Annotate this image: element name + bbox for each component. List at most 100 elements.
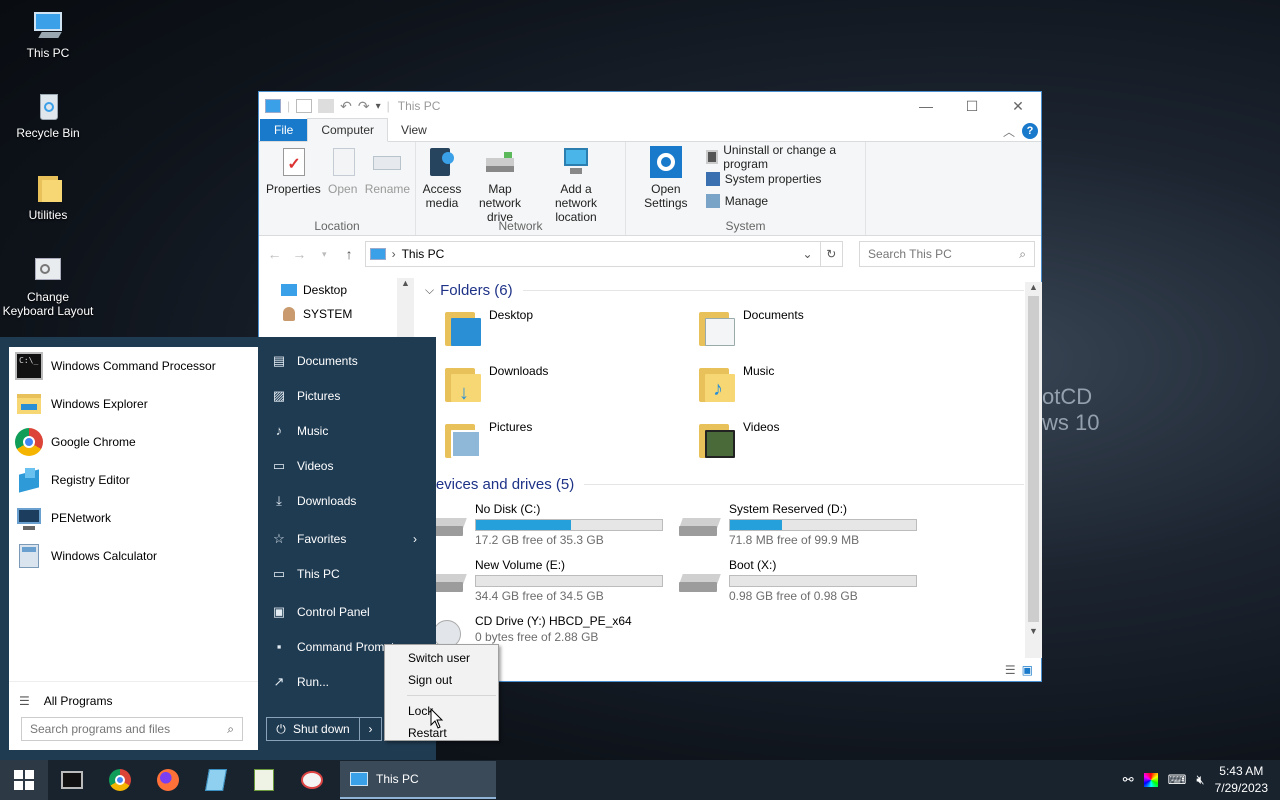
collapse-ribbon-icon[interactable]: ︿ [1003, 123, 1015, 140]
recent-locations-icon[interactable]: ▾ [315, 249, 334, 260]
taskbar-paint[interactable] [288, 760, 336, 800]
search-input[interactable]: Search This PC ⌕ [859, 241, 1036, 267]
menu-item-switch-user[interactable]: Switch user [385, 647, 498, 669]
undo-icon[interactable]: ↶ [340, 98, 352, 115]
taskbar: This PC ⚯ ⌨ 🔇︎ 5:43 AM 7/29/2023 [0, 760, 1280, 800]
start-search-input[interactable]: Search programs and files ⌕ [21, 717, 243, 741]
shutdown-button[interactable]: ⏻ Shut down › [266, 717, 382, 741]
taskbar-chrome[interactable] [96, 760, 144, 800]
scroll-thumb[interactable] [1028, 296, 1039, 622]
all-programs-button[interactable]: ☰ All Programs [9, 681, 258, 719]
taskbar-window-this-pc[interactable]: This PC [340, 761, 496, 799]
start-item-favorites[interactable]: ☆ Favorites › [259, 521, 429, 556]
drives-group-header[interactable]: Devices and drives (5) [425, 472, 1024, 496]
program-calculator[interactable]: Windows Calculator [9, 537, 258, 575]
taskbar-firefox[interactable] [144, 760, 192, 800]
tab-computer[interactable]: Computer [307, 118, 389, 142]
drive-c[interactable]: No Disk (C:) 17.2 GB free of 35.3 GB [425, 498, 679, 554]
window-title: This PC [397, 99, 441, 113]
drive-e[interactable]: New Volume (E:) 34.4 GB free of 34.5 GB [425, 554, 679, 610]
nav-item-desktop[interactable]: Desktop [259, 278, 414, 302]
tab-file[interactable]: File [260, 119, 308, 141]
help-icon[interactable]: ? [1022, 123, 1038, 139]
search-icon: ⌕ [227, 721, 234, 736]
minimize-button[interactable]: — [903, 92, 949, 120]
start-item-videos[interactable]: ▭ Videos [259, 448, 429, 483]
close-button[interactable]: ✕ [995, 92, 1041, 120]
details-view-icon[interactable]: ☰ [1005, 663, 1016, 677]
menu-item-sign-out[interactable]: Sign out [385, 669, 498, 691]
color-display-icon[interactable] [1143, 773, 1158, 787]
drive-usage-bar [729, 519, 917, 531]
chrome-icon [15, 428, 43, 456]
scroll-up-icon[interactable]: ▲ [397, 278, 414, 288]
start-item-pictures[interactable]: ▨ Pictures [259, 378, 429, 413]
redo-icon[interactable]: ↷ [358, 98, 370, 115]
new-folder-icon[interactable] [318, 99, 335, 113]
manage-button[interactable]: Manage [705, 190, 861, 212]
address-bar[interactable]: › This PC ⌄ [364, 241, 821, 267]
large-icons-view-icon[interactable]: ▣ [1022, 663, 1033, 677]
folder-desktop[interactable]: Desktop [443, 302, 697, 358]
folders-group-header[interactable]: ⌵ Folders (6) [425, 278, 1024, 302]
scroll-up-icon[interactable]: ▲ [1025, 282, 1042, 292]
tab-view[interactable]: View [388, 119, 440, 141]
file-explorer-icon [15, 390, 43, 418]
desktop-icon-label: This PC [26, 46, 70, 60]
taskbar-command-prompt[interactable] [48, 760, 96, 800]
clock[interactable]: 5:43 AM 7/29/2023 [1215, 763, 1268, 797]
list-icon: ☰ [19, 693, 30, 708]
network-icon[interactable]: ⚯ [1123, 772, 1134, 788]
content-scrollbar[interactable]: ▲ ▼ [1025, 282, 1042, 658]
breadcrumb-separator-icon: › [391, 247, 396, 261]
folder-music[interactable]: ♪ Music [697, 358, 951, 414]
start-button[interactable] [0, 760, 48, 800]
refresh-button[interactable]: ↻ [820, 241, 844, 267]
desktop-icon-utilities[interactable]: Utilities [0, 172, 96, 222]
nav-scrollbar[interactable]: ▲ [397, 278, 414, 338]
taskbar-task-manager[interactable] [240, 760, 288, 800]
forward-arrow-icon[interactable]: → [290, 246, 309, 262]
open-icon [327, 146, 359, 178]
folder-downloads[interactable]: ↓ Downloads [443, 358, 697, 414]
keyboard-icon[interactable]: ⌨ [1168, 772, 1187, 788]
drive-x[interactable]: Boot (X:) 0.98 GB free of 0.98 GB [679, 554, 933, 610]
group-label: System [725, 219, 766, 233]
folder-documents[interactable]: Documents [697, 302, 951, 358]
start-item-downloads[interactable]: ⤓ Downloads [259, 483, 429, 518]
downloads-folder-icon: ↓ [443, 364, 483, 404]
drive-d[interactable]: System Reserved (D:) 71.8 MB free of 99.… [679, 498, 933, 554]
system-properties-button[interactable]: System properties [705, 168, 861, 190]
uninstall-program-button[interactable]: Uninstall or change a program [705, 143, 861, 171]
chevron-down-icon[interactable]: ⌄ [796, 247, 820, 261]
up-arrow-icon[interactable]: ↑ [340, 246, 359, 262]
chevron-right-icon[interactable]: › [359, 718, 381, 740]
wallpaper-text-2: ws 10 [1042, 410, 1100, 435]
program-windows-explorer[interactable]: Windows Explorer [9, 385, 258, 423]
properties-icon[interactable] [296, 99, 313, 113]
nav-item-system[interactable]: SYSTEM [259, 302, 414, 326]
start-item-music[interactable]: ♪ Music [259, 413, 429, 448]
maximize-button[interactable]: ☐ [949, 92, 995, 120]
back-arrow-icon[interactable]: ← [265, 246, 284, 262]
program-command-processor[interactable]: C:\_ Windows Command Processor [9, 347, 258, 385]
scroll-down-icon[interactable]: ▼ [1025, 626, 1042, 636]
address-path: This PC [401, 247, 445, 261]
taskbar-notepad[interactable] [192, 760, 240, 800]
start-item-documents[interactable]: ▤ Documents [259, 343, 429, 378]
desktop-icon-this-pc[interactable]: This PC [0, 10, 96, 60]
program-penetwork[interactable]: PENetwork [9, 499, 258, 537]
start-item-control-panel[interactable]: ▣ Control Panel [259, 594, 429, 629]
folder-pictures[interactable]: Pictures [443, 414, 697, 470]
program-google-chrome[interactable]: Google Chrome [9, 423, 258, 461]
chevron-down-icon[interactable]: ▾ [376, 101, 381, 112]
volume-muted-icon[interactable]: 🔇︎ [1196, 772, 1204, 788]
document-icon: ▤ [272, 352, 286, 368]
user-icon [283, 307, 295, 321]
start-item-this-pc[interactable]: ▭ This PC [259, 556, 429, 591]
desktop-icon-keyboard-layout[interactable]: Change Keyboard Layout [0, 254, 96, 318]
ribbon-tabs: File Computer View ︿ ? [259, 118, 1041, 142]
folder-videos[interactable]: Videos [697, 414, 951, 470]
desktop-icon-recycle-bin[interactable]: Recycle Bin [0, 90, 96, 140]
program-registry-editor[interactable]: Registry Editor [9, 461, 258, 499]
